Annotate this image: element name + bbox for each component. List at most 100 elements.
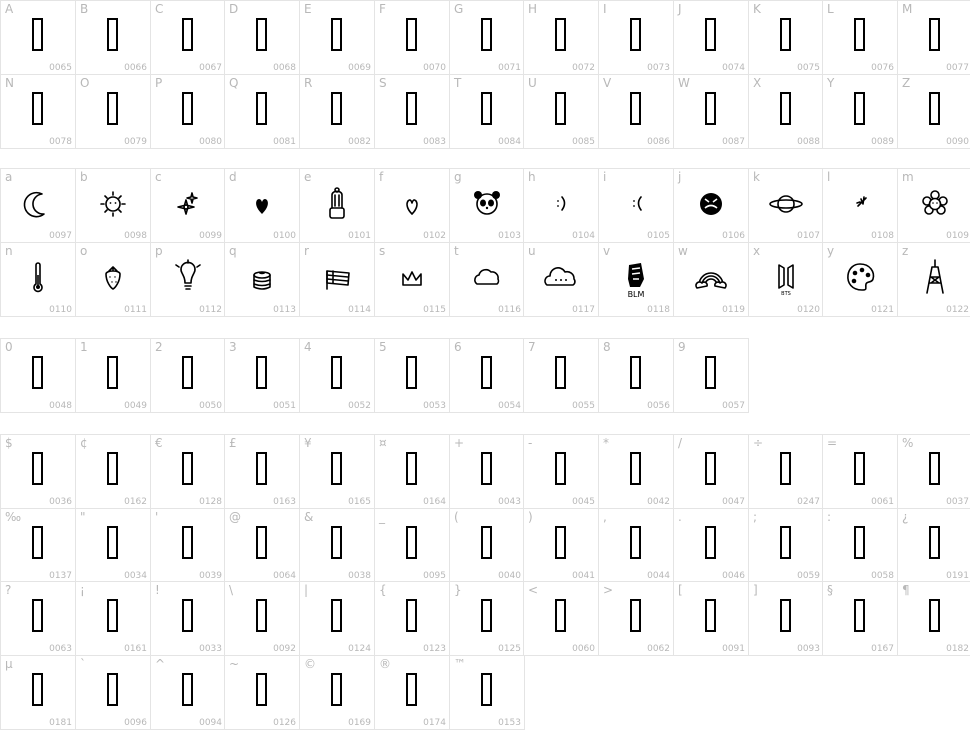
missing-glyph-box-icon: [481, 18, 492, 51]
char-code-label: 0076: [871, 63, 894, 73]
glyph-cell: e 0101: [299, 168, 375, 243]
character-label: ): [528, 509, 533, 524]
char-code-label: 0126: [273, 717, 296, 728]
character-label: u: [528, 243, 536, 258]
character-label: ¶: [902, 583, 910, 597]
glyph-cell: Z 0090: [897, 73, 970, 149]
glyph-cell: b 0098: [75, 168, 151, 243]
character-label: _: [379, 509, 385, 524]
glyph-cell: X 0088: [748, 73, 824, 149]
character-label: i: [603, 170, 607, 184]
missing-glyph-box-icon: [107, 599, 118, 632]
char-code-label: 0116: [498, 304, 521, 315]
character-label: ?: [5, 583, 12, 597]
character-label: O: [80, 75, 90, 90]
character-label: {: [379, 583, 387, 597]
glyph-cell: V 0086: [598, 73, 674, 149]
planet-icon: [766, 181, 806, 227]
missing-glyph-box-icon: [256, 18, 267, 51]
character-label: 7: [528, 340, 536, 354]
glyph-caption: BLM: [628, 290, 645, 299]
missing-glyph-box-icon: [406, 525, 417, 559]
glyph-cell: / 0047: [673, 434, 749, 509]
missing-glyph-box-icon: [32, 91, 43, 125]
character-label: µ: [5, 656, 13, 671]
character-label: £: [229, 436, 237, 450]
glyph-cell: {0123: [374, 581, 450, 656]
missing-glyph-box-icon: [406, 672, 417, 706]
glyph-cell: ¶ 0182: [897, 581, 970, 656]
character-label: X: [753, 75, 762, 90]
character-label: I: [603, 2, 607, 16]
character-label: .: [678, 509, 682, 524]
char-code-label: 0086: [647, 136, 670, 147]
missing-glyph-box-icon: [182, 452, 193, 485]
char-code-label: 0119: [722, 304, 745, 315]
palette-icon: [840, 255, 880, 301]
character-label: ^: [155, 656, 166, 671]
char-code-label: 0181: [49, 717, 72, 728]
heart-outline-icon: [392, 181, 432, 227]
glyph-cell: i 0105: [598, 168, 674, 243]
missing-glyph-box-icon: [630, 18, 641, 51]
glyph-cell: T 0084: [449, 73, 525, 149]
character-label: C: [155, 2, 164, 16]
char-code-label: 0117: [572, 304, 595, 315]
glyph-cell: I 0073: [598, 0, 674, 75]
glyph-cell: n 0110: [0, 241, 76, 317]
char-code-label: 0091: [722, 644, 745, 654]
glyph-cell: W 0087: [673, 73, 749, 149]
glyph-cell: * 0042: [598, 434, 674, 509]
missing-glyph-box-icon: [780, 525, 791, 559]
character-label: 1: [80, 340, 88, 354]
missing-glyph-box-icon: [182, 599, 193, 632]
character-label: k: [753, 170, 760, 184]
missing-glyph-box-icon: [780, 91, 791, 125]
char-code-label: 0058: [871, 570, 894, 581]
missing-glyph-box-icon: [331, 599, 342, 632]
char-code-label: 0124: [348, 644, 371, 654]
char-code-label: 0123: [423, 644, 446, 654]
char-code-label: 0081: [273, 136, 296, 147]
glyph-cell: ) 0041: [523, 507, 599, 583]
character-label: U: [528, 75, 537, 90]
glyph-cell: $0036: [0, 434, 76, 509]
glyph-cell: g 0103: [449, 168, 525, 243]
glyph-cell: 2 0050: [150, 338, 226, 413]
character-label: A: [5, 2, 14, 16]
character-label: m: [902, 170, 914, 184]
char-code-label: 0114: [348, 304, 371, 315]
heart-filled-icon: [242, 181, 282, 227]
glyph-cell: x BTS 0120: [748, 241, 824, 317]
missing-glyph-box-icon: [481, 672, 492, 706]
character-label: (: [454, 509, 459, 524]
glyph-cell: €0128: [150, 434, 226, 509]
flag-icon: [317, 255, 357, 301]
char-code-label: 0036: [49, 497, 72, 507]
char-code-label: 0107: [797, 231, 820, 241]
missing-glyph-box-icon: [331, 356, 342, 389]
char-code-label: 0115: [423, 304, 446, 315]
glyph-cell: O 0079: [75, 73, 151, 149]
char-code-label: 0112: [199, 304, 222, 315]
character-label: M: [902, 2, 913, 16]
glyph-cell: P 0080: [150, 73, 226, 149]
char-code-label: 0069: [348, 63, 371, 73]
char-code-label: 0089: [871, 136, 894, 147]
char-code-label: 0191: [946, 570, 969, 581]
char-code-label: 0044: [647, 570, 670, 581]
glyph-cell: p 0112: [150, 241, 226, 317]
missing-glyph-box-icon: [182, 672, 193, 706]
glyph-cell: 0 0048: [0, 338, 76, 413]
char-code-label: 0094: [199, 717, 222, 728]
char-code-label: 0056: [647, 401, 670, 411]
glyph-cell: ¡ 0161: [75, 581, 151, 656]
char-code-label: 0045: [572, 497, 595, 507]
missing-glyph-box-icon: [256, 672, 267, 706]
glyph-cell: d 0100: [224, 168, 300, 243]
glyph-cell: 5 0053: [374, 338, 450, 413]
char-code-label: 0118: [647, 304, 670, 315]
character-label: c: [155, 170, 162, 184]
glyph-cell: o 0111: [75, 241, 151, 317]
char-code-label: 0153: [498, 717, 521, 728]
